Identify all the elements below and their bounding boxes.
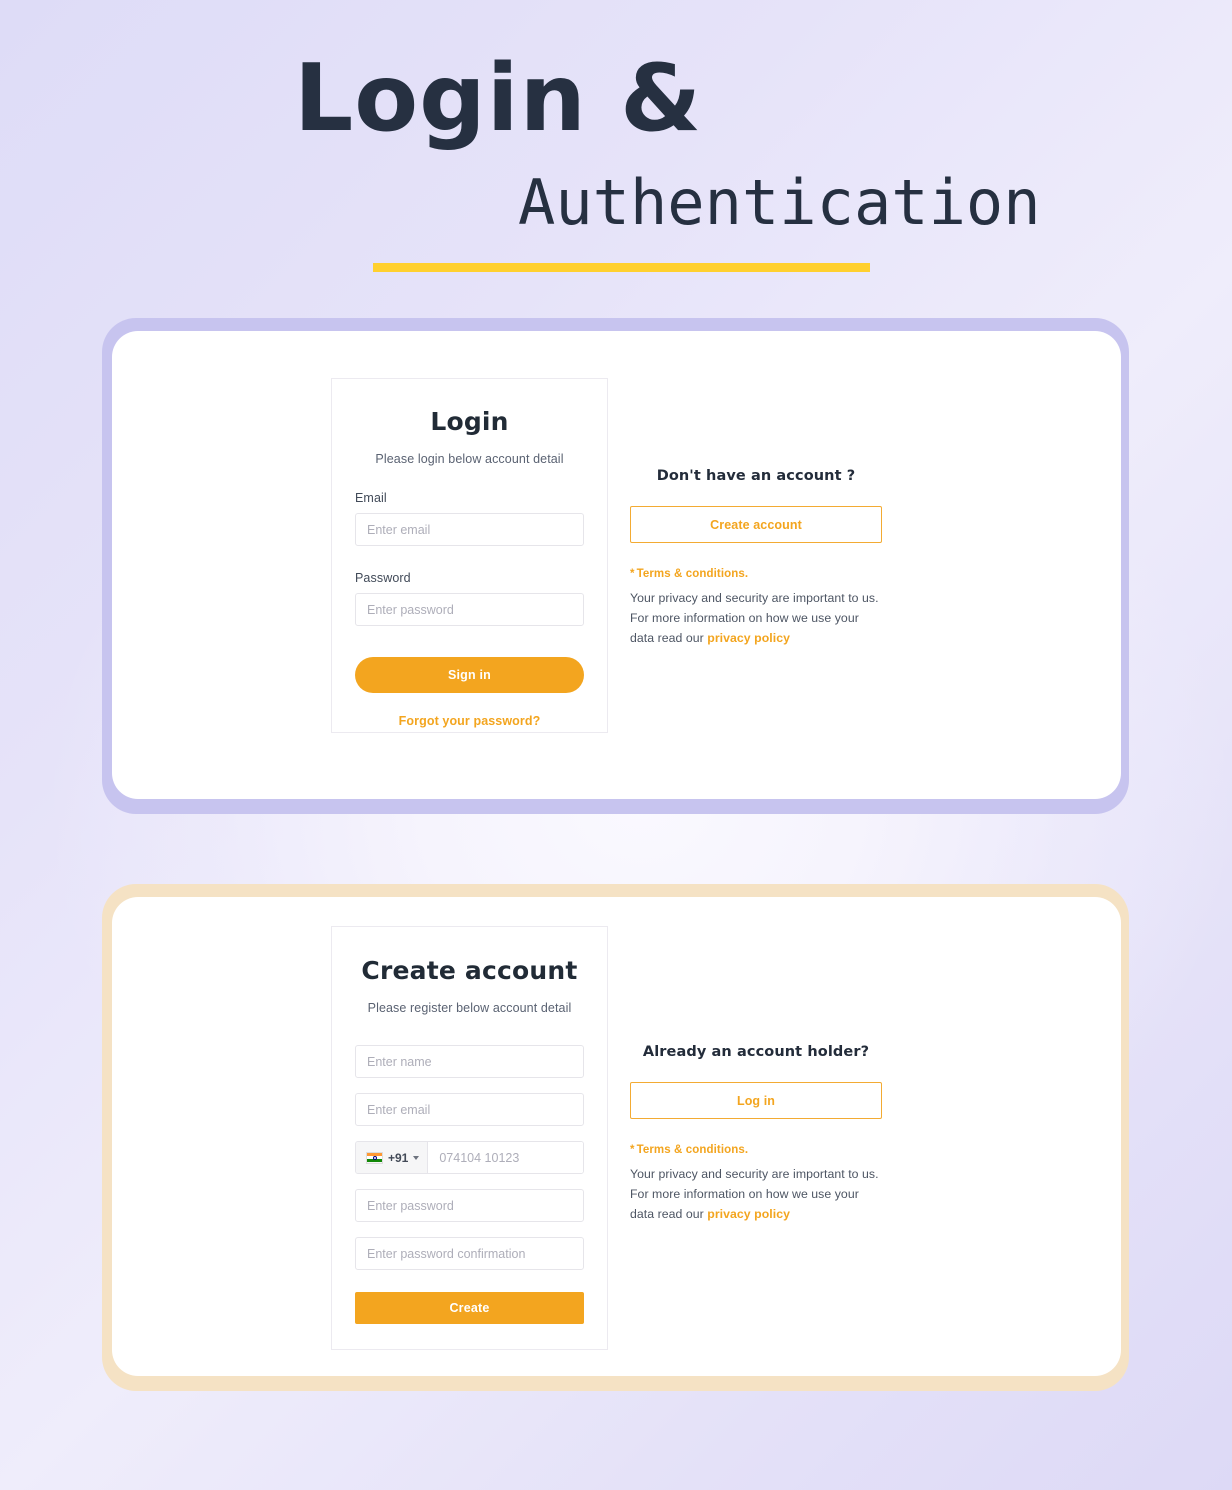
register-terms-line: * Terms & conditions. (630, 1144, 882, 1156)
already-account-heading: Already an account holder? (642, 1044, 870, 1060)
chevron-down-icon (413, 1155, 420, 1160)
register-phone-group: +91 (355, 1141, 584, 1174)
register-card-title: Create account (361, 956, 578, 985)
login-form-card: Login Please login below account detail … (331, 378, 608, 733)
login-card-title: Login (430, 407, 509, 436)
login-password-label: Password (355, 571, 411, 585)
log-in-button[interactable]: Log in (630, 1082, 882, 1119)
login-privacy-policy-link[interactable]: privacy policy (707, 631, 790, 645)
register-panel-frame (102, 884, 1129, 1391)
no-account-heading: Don't have an account ? (656, 468, 856, 484)
login-card-subtitle: Please login below account detail (375, 452, 564, 466)
register-privacy-text: Your privacy and security are important … (630, 1165, 882, 1225)
create-submit-button[interactable]: Create (355, 1292, 584, 1324)
register-phone-input[interactable] (428, 1142, 583, 1173)
india-flag-icon (366, 1151, 383, 1164)
page-heading: Login & Authentication (0, 0, 1232, 272)
forgot-password-link[interactable]: Forgot your password? (355, 714, 584, 728)
create-account-button[interactable]: Create account (630, 506, 882, 543)
asterisk-icon: * (630, 1144, 635, 1156)
register-password-input[interactable] (355, 1189, 584, 1222)
sign-in-button[interactable]: Sign in (355, 657, 584, 693)
register-privacy-line-2: For more information on how we use your (630, 1186, 859, 1201)
login-panel-surface (112, 331, 1121, 799)
register-privacy-line-3: data read our (630, 1206, 708, 1221)
login-privacy-line-1: Your privacy and security are important … (630, 591, 879, 605)
register-privacy-policy-link[interactable]: privacy policy (707, 1207, 790, 1221)
login-privacy-text: Your privacy and security are important … (630, 589, 882, 649)
login-side-info: Don't have an account ? Create account *… (630, 468, 882, 649)
login-terms-line: * Terms & conditions. (630, 568, 882, 580)
register-password-confirm-input[interactable] (355, 1237, 584, 1270)
login-email-label: Email (355, 491, 387, 505)
page-title-line-1: Login & (294, 44, 703, 152)
title-underline-bar (373, 263, 870, 272)
login-privacy-line-2: For more information on how we use your (630, 610, 859, 625)
country-code-label: +91 (388, 1150, 409, 1165)
country-code-select[interactable]: +91 (356, 1142, 429, 1173)
register-email-input[interactable] (355, 1093, 584, 1126)
register-card-subtitle: Please register below account detail (367, 1001, 572, 1015)
login-email-input[interactable] (355, 513, 584, 546)
register-panel-surface (112, 897, 1121, 1376)
register-side-info: Already an account holder? Log in * Terms… (630, 1044, 882, 1225)
register-form-card: Create account Please register below acc… (331, 926, 608, 1350)
register-name-input[interactable] (355, 1045, 584, 1078)
asterisk-icon: * (630, 568, 635, 580)
login-password-input[interactable] (355, 593, 584, 626)
page-title-line-2: Authentication (518, 166, 1041, 239)
register-terms-link[interactable]: Terms & conditions. (637, 1144, 749, 1156)
login-terms-link[interactable]: Terms & conditions. (637, 568, 749, 580)
login-privacy-line-3: data read our (630, 630, 708, 645)
login-panel-frame (102, 318, 1129, 814)
register-privacy-line-1: Your privacy and security are important … (630, 1167, 879, 1181)
